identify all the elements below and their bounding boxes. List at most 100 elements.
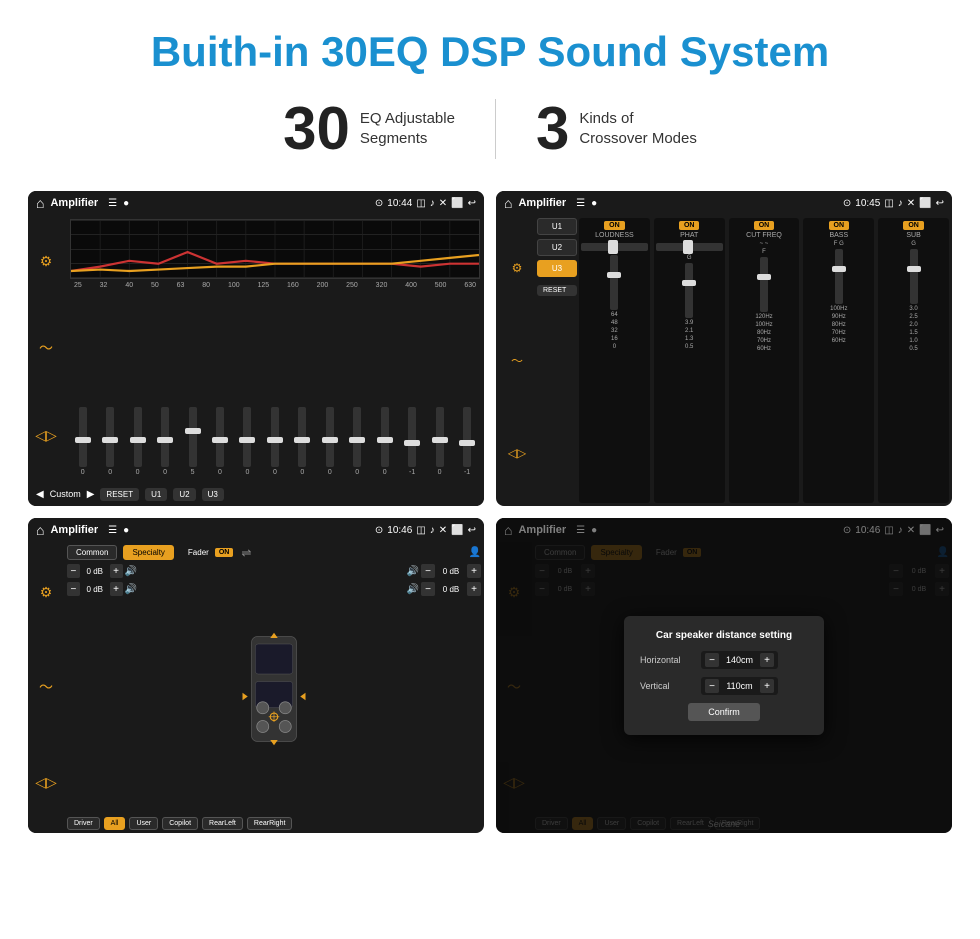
screens-grid: ⌂ Amplifier ☰ ● ⊙ 10:44 ◫ ♪ ✕ ⬜ ↩ ⚙ 〜 ◁▷ <box>0 191 980 851</box>
eq-icon-2[interactable]: ⚙ <box>512 261 523 275</box>
slider-11[interactable]: 0 <box>353 407 361 476</box>
band-on-bass[interactable]: ON <box>829 221 850 230</box>
common-btn[interactable]: Common <box>67 545 117 560</box>
prev-icon[interactable]: ◀ <box>36 489 44 500</box>
location-icon-2: ⊙ <box>843 198 851 209</box>
eq-icon-3[interactable]: ⚙ <box>40 584 53 601</box>
user-btn-3[interactable]: User <box>129 817 158 830</box>
copilot-btn[interactable]: Copilot <box>162 817 198 830</box>
menu-icon-3: ☰ <box>108 525 117 536</box>
phat-slider-v[interactable] <box>685 263 693 318</box>
slider-15[interactable]: -1 <box>463 407 471 476</box>
eq-settings-icon[interactable]: ⚙ <box>40 253 53 270</box>
phat-slider-h[interactable] <box>656 243 723 251</box>
minus-btn-tr[interactable]: − <box>421 564 435 578</box>
vertical-row: Vertical − 110cm + <box>640 677 808 695</box>
screen-crossover: ⌂ Amplifier ☰ ● ⊙ 10:45 ◫ ♪ ✕ ⬜ ↩ ⚙ 〜 ◁▷… <box>496 191 952 506</box>
reset-btn-1[interactable]: RESET <box>100 488 139 501</box>
band-on-loudness[interactable]: ON <box>604 221 625 230</box>
slider-4[interactable]: 0 <box>161 407 169 476</box>
stat1-number: 30 <box>283 94 350 163</box>
u1-btn-1[interactable]: U1 <box>145 488 167 501</box>
rearleft-btn[interactable]: RearLeft <box>202 817 243 830</box>
vertical-plus[interactable]: + <box>760 679 774 693</box>
minus-btn-br[interactable]: − <box>421 582 435 596</box>
confirm-button[interactable]: Confirm <box>688 703 760 721</box>
slider-3[interactable]: 0 <box>134 407 142 476</box>
screen-icon-2: ⬜ <box>919 198 931 209</box>
cutfreq-slider-v[interactable] <box>760 257 768 312</box>
slider-13[interactable]: -1 <box>408 407 416 476</box>
bass-slider-v[interactable] <box>835 249 843 304</box>
slider-6[interactable]: 0 <box>216 407 224 476</box>
status-bar-1: ⌂ Amplifier ☰ ● ⊙ 10:44 ◫ ♪ ✕ ⬜ ↩ <box>28 191 484 215</box>
reset-btn-2[interactable]: RESET <box>537 285 577 296</box>
camera-icon-2: ◫ <box>884 198 893 209</box>
eq-freq-labels: 25 32 40 50 63 80 100 125 160 200 250 32… <box>70 282 480 289</box>
slider-2[interactable]: 0 <box>106 407 114 476</box>
slider-7[interactable]: 0 <box>243 407 251 476</box>
plus-btn-bl[interactable]: + <box>110 582 123 596</box>
vol-icon-2[interactable]: ◁▷ <box>508 446 526 460</box>
preset-u1[interactable]: U1 <box>537 218 577 235</box>
slider-8[interactable]: 0 <box>271 407 279 476</box>
status-bar-2: ⌂ Amplifier ☰ ● ⊙ 10:45 ◫ ♪ ✕ ⬜ ↩ <box>496 191 952 215</box>
eq-vol-icon[interactable]: ◁▷ <box>35 427 57 444</box>
home-icon-3[interactable]: ⌂ <box>36 522 44 538</box>
vertical-minus[interactable]: − <box>705 679 719 693</box>
back-icon-2[interactable]: ↩ <box>936 198 944 209</box>
fader-on-badge[interactable]: ON <box>215 548 234 557</box>
vol-icon-3[interactable]: ◁▷ <box>35 774 57 791</box>
eq-wave-icon[interactable]: 〜 <box>39 338 53 358</box>
home-icon-2[interactable]: ⌂ <box>504 195 512 211</box>
app-title-1: Amplifier <box>50 197 98 209</box>
next-icon[interactable]: ▶ <box>87 489 95 500</box>
slider-1[interactable]: 0 <box>79 407 87 476</box>
location-icon-1: ⊙ <box>375 198 383 209</box>
driver-btn[interactable]: Driver <box>67 817 100 830</box>
plus-btn-tr[interactable]: + <box>467 564 481 578</box>
stat-crossover: 3 Kinds of Crossover Modes <box>496 94 737 163</box>
band-on-sub[interactable]: ON <box>903 221 924 230</box>
horizontal-label: Horizontal <box>640 655 695 665</box>
slider-5[interactable]: 5 <box>189 407 197 476</box>
back-icon-3[interactable]: ↩ <box>468 525 476 536</box>
custom-label: Custom <box>50 489 81 499</box>
back-icon-1[interactable]: ↩ <box>468 198 476 209</box>
plus-btn-tl[interactable]: + <box>110 564 123 578</box>
u2-btn-1[interactable]: U2 <box>173 488 195 501</box>
loudness-slider-v[interactable] <box>610 255 618 310</box>
u3-btn-1[interactable]: U3 <box>202 488 224 501</box>
vertical-input: − 110cm + <box>701 677 778 695</box>
db-val-tr: 0 dB <box>437 567 465 576</box>
horizontal-minus[interactable]: − <box>705 653 719 667</box>
fader-label: Fader <box>188 548 209 557</box>
specialty-btn[interactable]: Specialty <box>123 545 173 560</box>
band-on-phat[interactable]: ON <box>679 221 700 230</box>
user-icon-3: 👤 <box>469 547 481 558</box>
stat-eq: 30 EQ Adjustable Segments <box>243 94 495 163</box>
plus-btn-br[interactable]: + <box>467 582 481 596</box>
home-icon-1[interactable]: ⌂ <box>36 195 44 211</box>
minus-btn-tl[interactable]: − <box>67 564 80 578</box>
slider-14[interactable]: 0 <box>436 407 444 476</box>
db-val-bl: 0 dB <box>82 585 108 594</box>
horizontal-plus[interactable]: + <box>760 653 774 667</box>
slider-10[interactable]: 0 <box>326 407 334 476</box>
fader-icon: ⇌ <box>241 546 251 560</box>
slider-9[interactable]: 0 <box>298 407 306 476</box>
minus-btn-bl[interactable]: − <box>67 582 80 596</box>
horizontal-input: − 140cm + <box>701 651 778 669</box>
preset-u2[interactable]: U2 <box>537 239 577 256</box>
band-on-cutfreq[interactable]: ON <box>754 221 775 230</box>
wave-icon-3[interactable]: 〜 <box>39 677 53 697</box>
rearright-btn[interactable]: RearRight <box>247 817 293 830</box>
wave-icon-2[interactable]: 〜 <box>511 352 523 369</box>
distance-dialog: Car speaker distance setting Horizontal … <box>624 616 824 735</box>
sub-slider-v[interactable] <box>910 249 918 304</box>
slider-12[interactable]: 0 <box>381 407 389 476</box>
loudness-slider-h[interactable] <box>581 243 648 251</box>
all-btn[interactable]: All <box>104 817 126 830</box>
x-icon-3: ✕ <box>439 525 447 536</box>
preset-u3[interactable]: U3 <box>537 260 577 277</box>
